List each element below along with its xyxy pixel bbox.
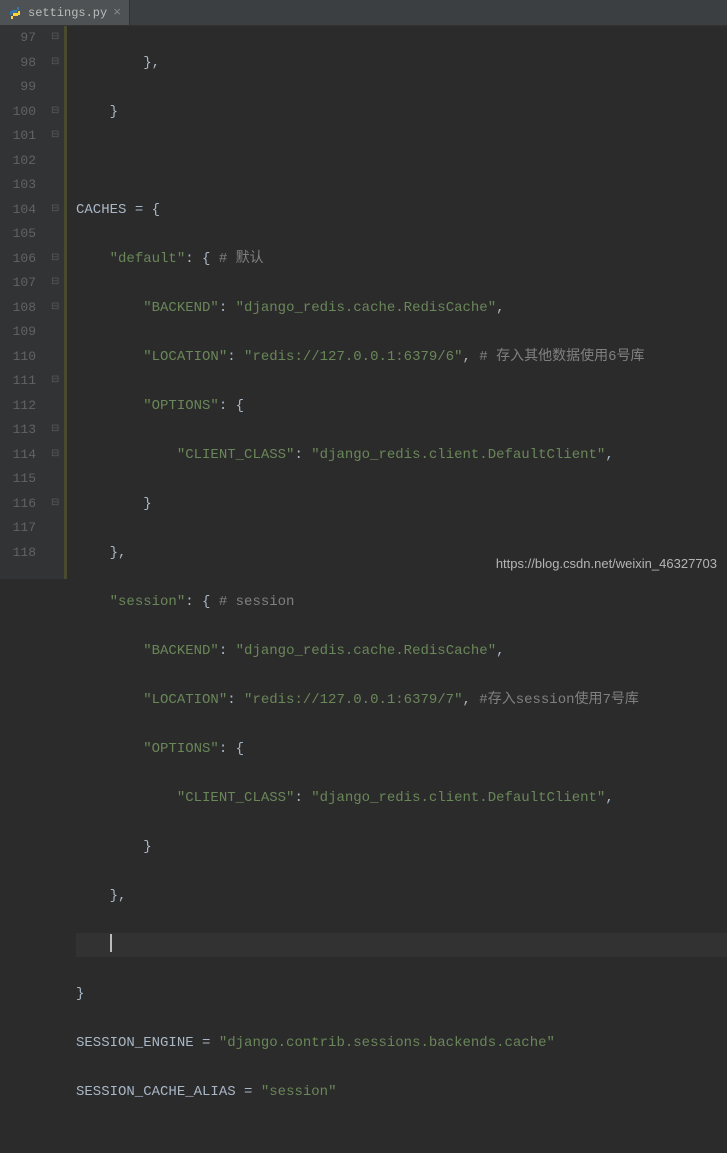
line-number: 101 [0,124,36,149]
line-number: 117 [0,516,36,541]
code-editor[interactable]: 97 98 99 100 101 102 103 104 105 106 107… [0,26,727,579]
tab-filename: settings.py [28,6,107,20]
code-line: "OPTIONS": { [76,394,727,419]
fold-icon[interactable]: ⊟ [51,51,59,76]
indent-guide [64,26,72,579]
python-icon [8,6,22,20]
fold-icon[interactable]: ⊟ [51,443,59,468]
line-number: 98 [0,51,36,76]
code-line: "BACKEND": "django_redis.cache.RedisCach… [76,296,727,321]
line-number: 97 [0,26,36,51]
line-number: 112 [0,394,36,419]
line-number-gutter: 97 98 99 100 101 102 103 104 105 106 107… [0,26,48,579]
line-number: 118 [0,541,36,566]
line-number: 108 [0,296,36,321]
line-number: 100 [0,100,36,125]
code-line: SESSION_CACHE_ALIAS = "session" [76,1080,727,1105]
line-number: 115 [0,467,36,492]
fold-icon[interactable]: ⊟ [51,492,59,517]
code-line: SESSION_ENGINE = "django.contrib.session… [76,1031,727,1056]
close-icon[interactable]: × [113,5,121,20]
line-number: 105 [0,222,36,247]
fold-icon[interactable]: ⊟ [51,100,59,125]
line-number: 102 [0,149,36,174]
code-line: "BACKEND": "django_redis.cache.RedisCach… [76,639,727,664]
line-number: 107 [0,271,36,296]
code-line: "OPTIONS": { [76,737,727,762]
fold-icon[interactable]: ⊟ [51,418,59,443]
line-number: 113 [0,418,36,443]
code-line: "LOCATION": "redis://127.0.0.1:6379/7", … [76,688,727,713]
fold-icon[interactable]: ⊟ [51,369,59,394]
code-line: "CLIENT_CLASS": "django_redis.client.Def… [76,786,727,811]
code-line: "session": { # session [76,590,727,615]
code-line [76,149,727,174]
fold-icon[interactable]: ⊟ [51,198,59,223]
code-line: "default": { # 默认 [76,247,727,272]
line-number: 116 [0,492,36,517]
code-line: }, [76,884,727,909]
code-line: } [76,982,727,1007]
code-line: "LOCATION": "redis://127.0.0.1:6379/6", … [76,345,727,370]
code-line: CACHES = { [76,198,727,223]
code-line [76,933,727,958]
code-line: }, [76,51,727,76]
line-number: 104 [0,198,36,223]
text-cursor [110,934,112,952]
line-number: 111 [0,369,36,394]
line-number: 99 [0,75,36,100]
line-number: 103 [0,173,36,198]
watermark: https://blog.csdn.net/weixin_46327703 [496,556,717,571]
line-number: 114 [0,443,36,468]
tab-bar: settings.py × [0,0,727,26]
line-number: 109 [0,320,36,345]
code-line: } [76,835,727,860]
code-line: "CLIENT_CLASS": "django_redis.client.Def… [76,443,727,468]
line-number: 110 [0,345,36,370]
fold-icon[interactable]: ⊟ [51,26,59,51]
fold-gutter: ⊟ ⊟ ⊟ ⊟ ⊟ ⊟ ⊟ ⊟ ⊟ ⊟ ⊟ ⊟ [48,26,64,579]
fold-icon[interactable]: ⊟ [51,247,59,272]
fold-icon[interactable]: ⊟ [51,296,59,321]
code-line: } [76,100,727,125]
code-line: } [76,492,727,517]
fold-icon[interactable]: ⊟ [51,271,59,296]
tab-settings-py[interactable]: settings.py × [0,0,130,25]
line-number: 106 [0,247,36,272]
fold-icon[interactable]: ⊟ [51,124,59,149]
code-content[interactable]: }, } CACHES = { "default": { # 默认 "BACKE… [72,26,727,579]
